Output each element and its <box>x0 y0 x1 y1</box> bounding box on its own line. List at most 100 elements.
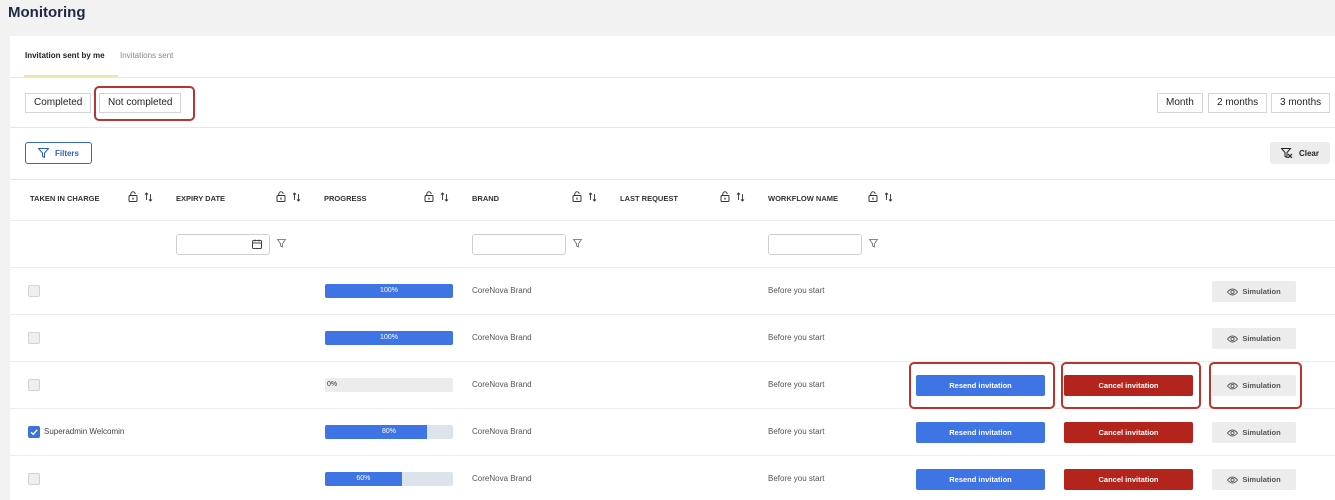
clear-filters-button[interactable]: Clear <box>1270 142 1330 164</box>
progress-label: 80% <box>381 428 396 435</box>
brand-cell: CoreNova Brand <box>472 286 532 295</box>
eye-icon <box>1227 476 1239 483</box>
simulation-label: Simulation <box>1242 428 1281 437</box>
progress-bar: 60% <box>325 472 453 486</box>
brand-cell: CoreNova Brand <box>472 380 532 389</box>
funnel-icon[interactable] <box>277 239 286 248</box>
header-controls-workflow <box>868 191 893 202</box>
taken-in-charge-checkbox[interactable] <box>28 426 40 438</box>
active-tab-indicator <box>24 75 118 77</box>
filters-row: Filters Clear <box>10 128 1335 180</box>
workflow-name-cell: Before you start <box>768 474 825 483</box>
tab-invitation-sent-by-me[interactable]: Invitation sent by me <box>25 51 105 60</box>
period-3-months-button[interactable]: 3 months <box>1271 93 1331 113</box>
header-controls-taken <box>128 191 153 202</box>
completed-button[interactable]: Completed <box>25 93 92 113</box>
table-row: Superadmin Welcomin 80% CoreNova Brand B… <box>10 409 1335 456</box>
lock-icon[interactable] <box>424 191 434 202</box>
simulation-button[interactable]: Simulation <box>1212 375 1296 396</box>
header-controls-last-request <box>720 191 745 202</box>
simulation-button[interactable]: Simulation <box>1212 469 1296 490</box>
lock-icon[interactable] <box>572 191 582 202</box>
column-header-progress[interactable]: PROGRESS <box>324 194 367 203</box>
workflow-name-cell: Before you start <box>768 427 825 436</box>
column-header-expiry-date[interactable]: EXPIRY DATE <box>176 194 225 203</box>
header-controls-expiry <box>276 191 301 202</box>
tab-bar: Invitation sent by me Invitations sent <box>10 36 1335 78</box>
simulation-label: Simulation <box>1242 381 1281 390</box>
funnel-icon[interactable] <box>869 239 878 248</box>
simulation-label: Simulation <box>1242 475 1281 484</box>
monitoring-card: Invitation sent by me Invitations sent C… <box>10 36 1335 500</box>
lock-icon[interactable] <box>276 191 286 202</box>
eye-icon <box>1227 288 1239 295</box>
taken-in-charge-user: Superadmin Welcomin <box>44 427 125 436</box>
lock-icon[interactable] <box>720 191 730 202</box>
not-completed-button[interactable]: Not completed <box>99 93 182 113</box>
column-header-brand[interactable]: BRAND <box>472 194 499 203</box>
progress-label: 60% <box>356 475 371 482</box>
brand-cell: CoreNova Brand <box>472 333 532 342</box>
resend-invitation-button[interactable]: Resend invitation <box>916 422 1045 443</box>
sort-icon[interactable] <box>440 191 449 202</box>
brand-filter-input[interactable] <box>472 234 566 255</box>
header-divider <box>10 220 1335 221</box>
sort-icon[interactable] <box>736 191 745 202</box>
column-header-last-request[interactable]: LAST REQUEST <box>620 194 678 203</box>
clear-label: Clear <box>1298 148 1319 158</box>
page-title: Monitoring <box>8 4 86 21</box>
simulation-button[interactable]: Simulation <box>1212 328 1296 349</box>
status-filter-row: Completed Not completed Month 2 months 3… <box>10 78 1335 128</box>
period-month-button[interactable]: Month <box>1157 93 1203 113</box>
taken-in-charge-checkbox[interactable] <box>28 285 40 297</box>
taken-in-charge-checkbox[interactable] <box>28 379 40 391</box>
workflow-name-cell: Before you start <box>768 380 825 389</box>
header-controls-brand <box>572 191 597 202</box>
header-controls-progress <box>424 191 449 202</box>
simulation-label: Simulation <box>1242 287 1281 296</box>
lock-icon[interactable] <box>128 191 138 202</box>
sort-icon[interactable] <box>884 191 893 202</box>
filter-icon <box>37 148 49 158</box>
progress-bar: 0% <box>325 378 453 392</box>
sort-icon[interactable] <box>292 191 301 202</box>
progress-bar: 80% <box>325 425 453 439</box>
workflow-name-cell: Before you start <box>768 333 825 342</box>
resend-invitation-button[interactable]: Resend invitation <box>916 469 1045 490</box>
sort-icon[interactable] <box>588 191 597 202</box>
lock-icon[interactable] <box>868 191 878 202</box>
table-row: 60% CoreNova Brand Before you start Rese… <box>10 456 1335 500</box>
simulation-label: Simulation <box>1242 334 1281 343</box>
resend-invitation-button[interactable]: Resend invitation <box>916 375 1045 396</box>
taken-in-charge-checkbox[interactable] <box>28 473 40 485</box>
column-header-workflow-name[interactable]: WORKFLOW NAME <box>768 194 838 203</box>
table-row: 100% CoreNova Brand Before you start Sim… <box>10 268 1335 315</box>
table-row: 0% CoreNova Brand Before you start Resen… <box>10 362 1335 409</box>
brand-cell: CoreNova Brand <box>472 474 532 483</box>
page-header: Monitoring <box>0 0 1335 36</box>
progress-label: 100% <box>380 287 398 294</box>
workflow-name-cell: Before you start <box>768 286 825 295</box>
funnel-icon[interactable] <box>573 239 582 248</box>
eye-icon <box>1227 335 1239 342</box>
taken-in-charge-checkbox[interactable] <box>28 332 40 344</box>
workflow-name-filter-input[interactable] <box>768 234 862 255</box>
brand-cell: CoreNova Brand <box>472 427 532 436</box>
period-2-months-button[interactable]: 2 months <box>1208 93 1268 113</box>
tab-invitations-sent[interactable]: Invitations sent <box>120 51 173 60</box>
filters-button[interactable]: Filters <box>25 142 92 164</box>
cancel-invitation-button[interactable]: Cancel invitation <box>1064 469 1193 490</box>
calendar-icon[interactable] <box>252 239 262 249</box>
cancel-invitation-button[interactable]: Cancel invitation <box>1064 422 1193 443</box>
clear-filter-icon <box>1280 148 1293 158</box>
sort-icon[interactable] <box>144 191 153 202</box>
simulation-button[interactable]: Simulation <box>1212 422 1296 443</box>
column-header-taken-in-charge[interactable]: TAKEN IN CHARGE <box>30 194 99 203</box>
cancel-invitation-button[interactable]: Cancel invitation <box>1064 375 1193 396</box>
progress-bar: 100% <box>325 331 453 345</box>
eye-icon <box>1227 382 1239 389</box>
simulation-button[interactable]: Simulation <box>1212 281 1296 302</box>
progress-label: 0% <box>327 381 338 388</box>
table-row: 100% CoreNova Brand Before you start Sim… <box>10 315 1335 362</box>
filters-label: Filters <box>54 148 79 158</box>
